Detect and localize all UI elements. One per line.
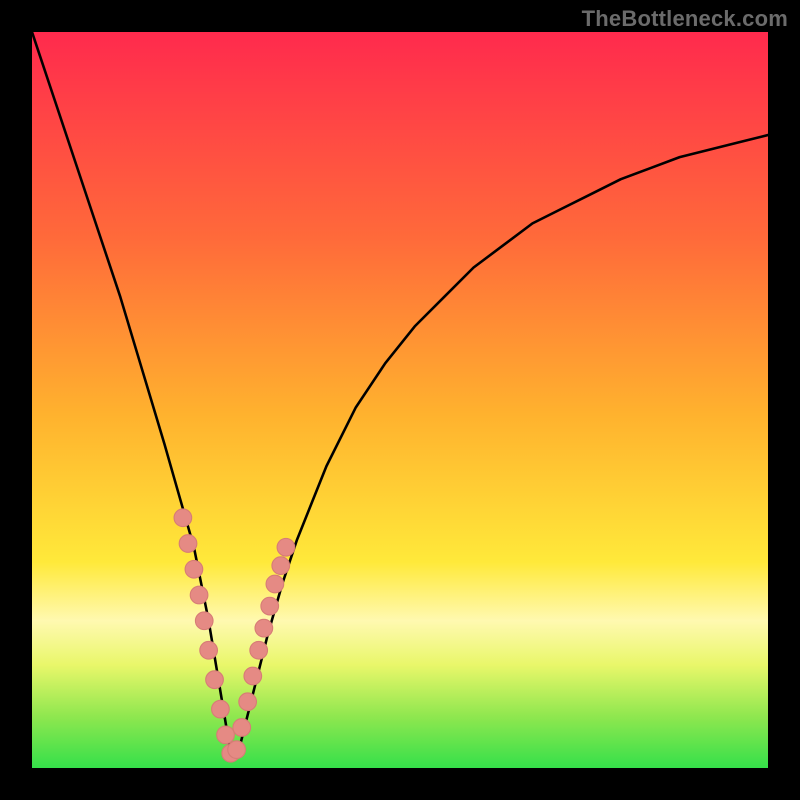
marker-dot (266, 575, 284, 593)
marker-dot (190, 586, 208, 604)
marker-dot (185, 560, 203, 578)
marker-dot (239, 693, 257, 711)
marker-dot (277, 538, 295, 556)
marker-dot (255, 619, 273, 637)
marker-dot (174, 509, 192, 527)
marker-dot (195, 612, 213, 630)
plot-area (32, 32, 768, 768)
marker-dot (233, 719, 251, 737)
watermark-text: TheBottleneck.com (582, 6, 788, 32)
marker-dot (179, 535, 197, 553)
marker-dot (228, 741, 246, 759)
marker-dot (250, 641, 268, 659)
chart-frame: TheBottleneck.com (0, 0, 800, 800)
marker-dot (200, 641, 218, 659)
marker-dot (244, 667, 262, 685)
marker-dot (272, 557, 290, 575)
marker-dot (212, 700, 230, 718)
gradient-background (32, 32, 768, 768)
marker-dot (217, 726, 235, 744)
plot-svg (32, 32, 768, 768)
marker-dot (206, 671, 224, 689)
marker-dot (261, 597, 279, 615)
